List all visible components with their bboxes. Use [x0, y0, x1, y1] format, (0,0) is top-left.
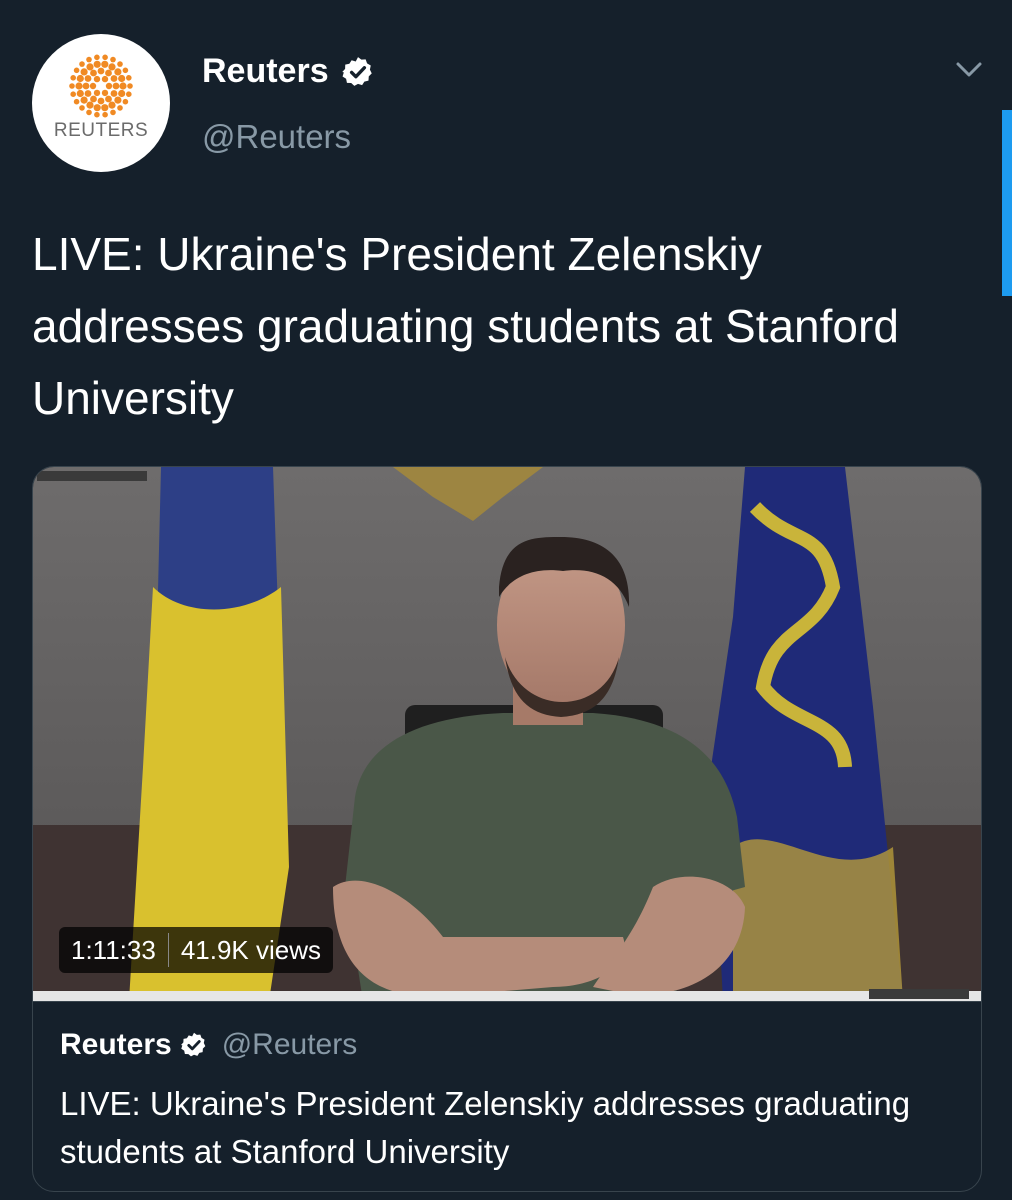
quoted-tweet[interactable]: Reuters @Reuters LIVE: Ukraine's Preside…	[33, 1001, 981, 1191]
display-name[interactable]: Reuters	[202, 52, 329, 91]
verified-badge-icon	[180, 1032, 206, 1057]
verified-badge-icon	[341, 56, 372, 86]
video-duration: 1:11:33	[71, 934, 156, 965]
author-name-row: Reuters	[202, 52, 375, 91]
quoted-display-name: Reuters	[60, 1028, 172, 1061]
chevron-down-icon[interactable]	[952, 56, 986, 84]
quoted-author-row: Reuters @Reuters	[60, 1028, 357, 1062]
scrollbar[interactable]	[1002, 110, 1012, 296]
video-views: 41.9K views	[180, 934, 322, 965]
quoted-text: LIVE: Ukraine's President Zelenskiy addr…	[60, 1085, 911, 1170]
avatar[interactable]: REUTERS	[32, 34, 170, 172]
quoted-handle: @Reuters	[221, 1028, 358, 1061]
video-card[interactable]: 1:11:33 41.9K views Reuters @Reuters LIV…	[32, 466, 982, 1192]
author-handle[interactable]: @Reuters	[202, 118, 351, 156]
avatar-label: REUTERS	[53, 120, 149, 141]
reuters-logo-icon	[69, 54, 133, 118]
video-thumbnail	[33, 467, 981, 1001]
video-meta-overlay: 1:11:33 41.9K views	[59, 927, 334, 973]
tweet-text: LIVE: Ukraine's President Zelenskiy addr…	[32, 228, 899, 424]
video-player[interactable]: 1:11:33 41.9K views	[33, 467, 981, 1001]
